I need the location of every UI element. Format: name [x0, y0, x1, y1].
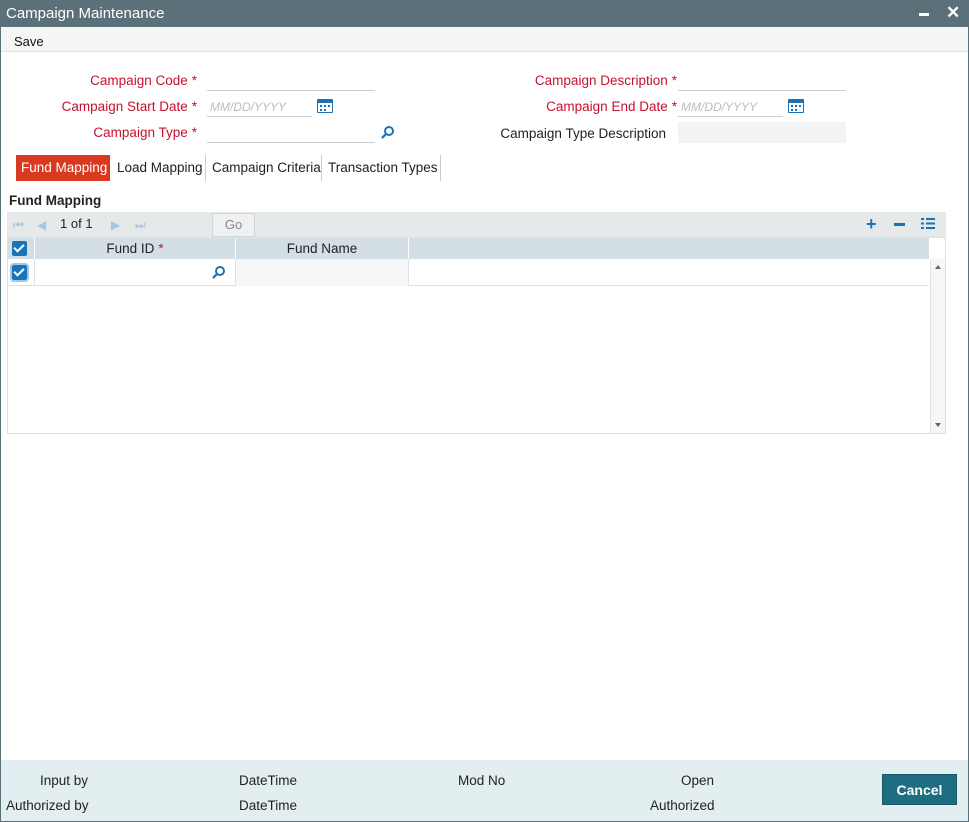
page-of-label: of — [70, 216, 82, 231]
required-marker: * — [191, 99, 197, 114]
select-all-cell — [8, 238, 35, 259]
section-title: Fund Mapping — [9, 193, 102, 208]
campaign-start-date-label-text: Campaign Start Date — [61, 99, 188, 114]
campaign-start-date-label: Campaign Start Date * — [62, 99, 197, 114]
calendar-icon[interactable] — [788, 99, 804, 113]
required-marker: * — [158, 241, 164, 256]
tab-fund-mapping[interactable]: Fund Mapping — [16, 155, 110, 181]
page-current: 1 — [60, 216, 68, 231]
calendar-icon[interactable] — [317, 99, 333, 113]
campaign-code-input[interactable] — [207, 70, 375, 91]
input-datetime-label: DateTime — [239, 773, 298, 788]
required-marker: * — [191, 73, 197, 88]
next-page-icon[interactable]: ▶ — [111, 218, 120, 232]
grid-header: Fund ID * Fund Name — [8, 238, 929, 259]
required-marker: * — [671, 73, 677, 88]
scroll-up-icon[interactable] — [935, 265, 941, 269]
input-by-label: Input by — [40, 773, 89, 788]
go-button[interactable]: Go — [212, 213, 255, 237]
authorized-by-label: Authorized by — [6, 798, 89, 813]
campaign-type-label-text: Campaign Type — [93, 125, 188, 140]
campaign-end-date-label-text: Campaign End Date — [546, 99, 668, 114]
fund-mapping-grid: Fund ID * Fund Name — [7, 237, 946, 434]
audit-footer: Input by Authorized by DateTime DateTime… — [1, 760, 968, 821]
list-view-icon[interactable] — [921, 217, 935, 230]
campaign-start-date-placeholder: MM/DD/YYYY — [210, 100, 287, 114]
row-select-cell — [8, 259, 35, 286]
page-total: 1 — [85, 216, 93, 231]
campaign-type-description-label: Campaign Type Description — [500, 126, 666, 141]
search-icon[interactable] — [212, 265, 226, 279]
tab-load-mapping[interactable]: Load Mapping — [110, 155, 206, 181]
menubar: Save — [1, 27, 968, 52]
grid-pager: ⏮ ◀ 1 of 1 ▶ ⏭ Go + — [7, 212, 946, 237]
fund-id-input[interactable] — [35, 259, 236, 286]
select-all-checkbox[interactable] — [12, 241, 27, 256]
authorized-datetime-label: DateTime — [239, 798, 298, 813]
add-row-icon[interactable]: + — [866, 214, 877, 235]
minimize-icon[interactable] — [919, 13, 929, 16]
previous-page-icon[interactable]: ◀ — [37, 218, 46, 232]
scroll-down-icon[interactable] — [935, 423, 941, 427]
column-header-fund-id[interactable]: Fund ID * — [35, 238, 236, 259]
campaign-code-label-text: Campaign Code — [90, 73, 188, 88]
fund-id-header-label: Fund ID — [106, 241, 155, 256]
mod-no-label: Mod No — [458, 773, 506, 788]
campaign-end-date-label: Campaign End Date * — [546, 99, 677, 114]
page-indicator: 1 of 1 — [60, 216, 93, 231]
grid-scrollbar[interactable] — [930, 259, 945, 433]
fund-name-cell — [236, 259, 409, 286]
last-page-icon[interactable]: ⏭ — [135, 218, 146, 233]
search-icon[interactable] — [381, 125, 395, 139]
campaign-type-label: Campaign Type * — [93, 125, 197, 140]
authorized-status-label: Authorized — [650, 798, 715, 813]
window-title: Campaign Maintenance — [6, 5, 165, 22]
cancel-button[interactable]: Cancel — [882, 774, 957, 805]
campaign-start-date-input[interactable]: MM/DD/YYYY — [207, 96, 312, 117]
required-marker: * — [671, 99, 677, 114]
campaign-code-label: Campaign Code * — [90, 73, 197, 88]
table-row[interactable] — [8, 259, 929, 286]
close-icon[interactable]: ✕ — [946, 2, 960, 24]
campaign-end-date-placeholder: MM/DD/YYYY — [681, 100, 758, 114]
required-marker: * — [191, 125, 197, 140]
column-header-fund-name[interactable]: Fund Name — [236, 238, 409, 259]
tab-campaign-criteria[interactable]: Campaign Criteria — [206, 155, 322, 181]
first-page-icon[interactable]: ⏮ — [13, 218, 24, 233]
delete-row-icon[interactable] — [894, 223, 905, 226]
campaign-description-label: Campaign Description * — [535, 73, 677, 88]
window-titlebar: Campaign Maintenance ✕ — [0, 0, 969, 27]
campaign-end-date-input[interactable]: MM/DD/YYYY — [678, 96, 783, 117]
campaign-type-input[interactable] — [207, 122, 375, 143]
row-checkbox[interactable] — [10, 263, 29, 282]
tab-transaction-types[interactable]: Transaction Types — [322, 155, 441, 181]
save-menu-item[interactable]: Save — [14, 34, 44, 49]
campaign-type-description-field — [678, 122, 846, 143]
campaign-description-input[interactable] — [678, 70, 846, 91]
open-status-label: Open — [681, 773, 715, 788]
campaign-description-label-text: Campaign Description — [534, 73, 668, 88]
